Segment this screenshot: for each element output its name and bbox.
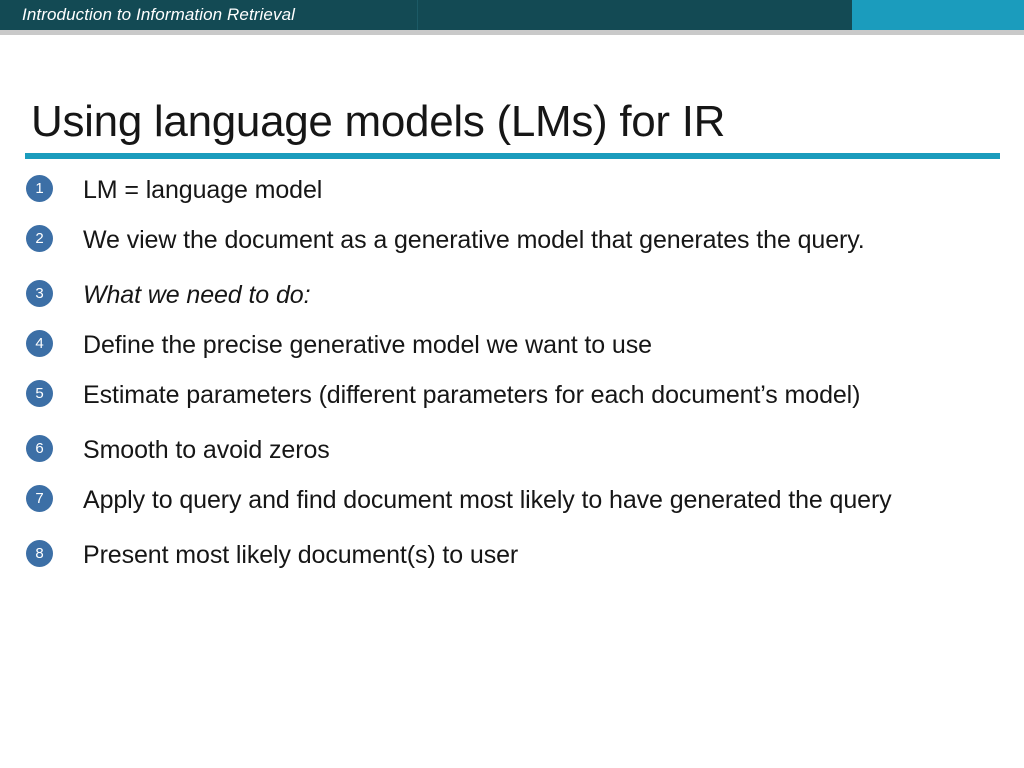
bullet-number-badge: 5 [26, 380, 53, 407]
list-item: 4 Define the precise generative model we … [26, 325, 986, 366]
list-item-label: Define the precise generative model we w… [83, 331, 652, 359]
header-course-title: Introduction to Information Retrieval [22, 5, 296, 24]
list-item: 8 Present most likely document(s) to user [26, 535, 986, 576]
header-underline [0, 30, 1024, 35]
list-item: 3 What we need to do: [26, 275, 986, 316]
bullet-number-badge: 3 [26, 280, 53, 307]
list-item: 2 We view the document as a generative mo… [26, 220, 986, 261]
list-item-label: Present most likely document(s) to user [83, 541, 519, 569]
slide-header-bar: Introduction to Information Retrieval [0, 0, 1024, 30]
bullet-number-badge: 4 [26, 330, 53, 357]
bullet-number-badge: 7 [26, 485, 53, 512]
list-item: 7 Apply to query and find document most l… [26, 480, 986, 521]
list-item: 5 Estimate parameters (different paramete… [26, 375, 986, 416]
list-item-label: LM = language model [83, 176, 323, 204]
numbered-bullet-list: 1 LM = language model 2 We view the documen… [26, 170, 986, 585]
list-item: 6 Smooth to avoid zeros [26, 430, 986, 471]
list-item-label: Apply to query and find document most li… [83, 486, 892, 514]
bullet-number-badge: 1 [26, 175, 53, 202]
list-item-label: What we need to do: [83, 281, 311, 309]
bullet-number-badge: 6 [26, 435, 53, 462]
list-item-label: Smooth to avoid zeros [83, 436, 330, 464]
bullet-number-badge: 8 [26, 540, 53, 567]
list-item-label: We view the document as a generative mod… [83, 226, 865, 254]
header-divider-line [417, 0, 418, 30]
header-accent-block [852, 0, 1024, 30]
list-item-label: Estimate parameters (different parameter… [83, 381, 861, 409]
list-item: 1 LM = language model [26, 170, 986, 211]
title-underline-rule [25, 153, 1000, 159]
bullet-number-badge: 2 [26, 225, 53, 252]
page-title: Using language models (LMs) for IR [31, 97, 726, 146]
